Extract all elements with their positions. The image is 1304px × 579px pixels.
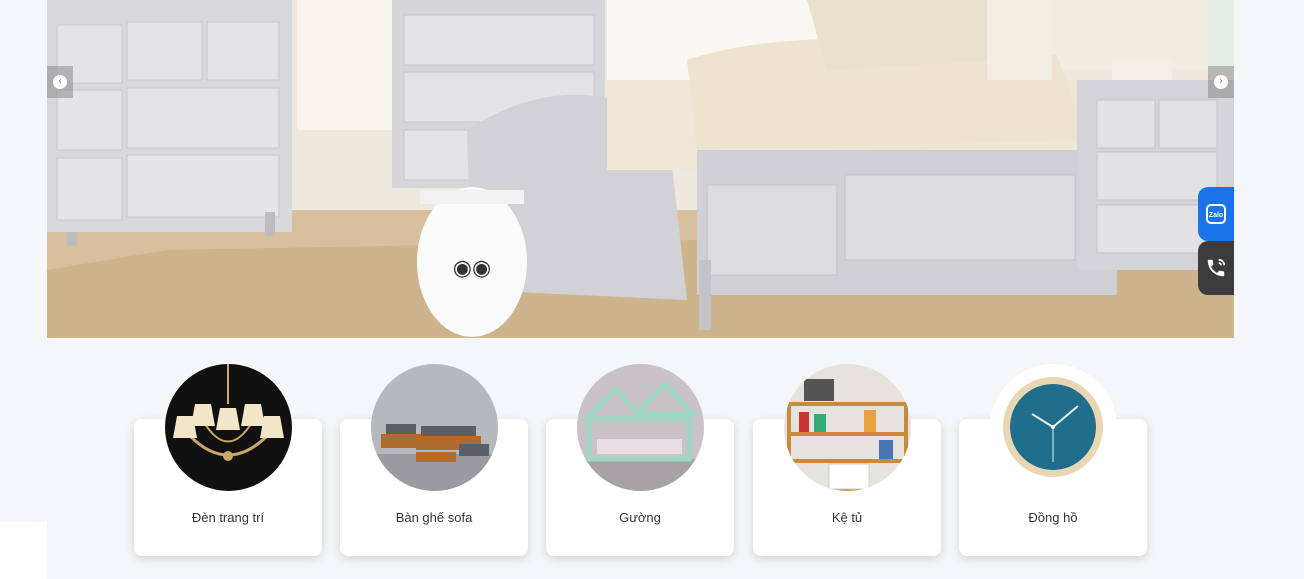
- chevron-left-icon: ‹: [53, 75, 67, 89]
- category-label: Đồng hồ: [1028, 510, 1078, 525]
- banner-prev-button[interactable]: ‹: [47, 66, 73, 98]
- phone-contact-button[interactable]: [1198, 241, 1234, 295]
- category-label: Gường: [619, 510, 661, 525]
- phone-icon: [1207, 258, 1226, 277]
- left-background-strip: [0, 522, 47, 579]
- hero-banner[interactable]: ◉◉: [47, 0, 1234, 338]
- kids-bed-image[interactable]: [577, 364, 704, 491]
- zalo-icon: Zalo: [1206, 204, 1226, 224]
- sofa-set-image[interactable]: [371, 364, 498, 491]
- category-label: Kệ tủ: [831, 510, 863, 525]
- category-label: Đèn trang trí: [191, 510, 265, 525]
- zalo-contact-button[interactable]: Zalo: [1198, 187, 1234, 241]
- category-label: Bàn ghế sofa: [395, 510, 473, 525]
- bedroom-banner-image: ◉◉: [47, 0, 1234, 338]
- chevron-right-icon: ›: [1214, 75, 1228, 89]
- banner-next-button[interactable]: ›: [1208, 66, 1234, 98]
- svg-text:◉◉: ◉◉: [453, 256, 491, 281]
- shelf-image[interactable]: [784, 364, 911, 491]
- chandelier-image[interactable]: [165, 364, 292, 491]
- clock-image[interactable]: [990, 364, 1117, 491]
